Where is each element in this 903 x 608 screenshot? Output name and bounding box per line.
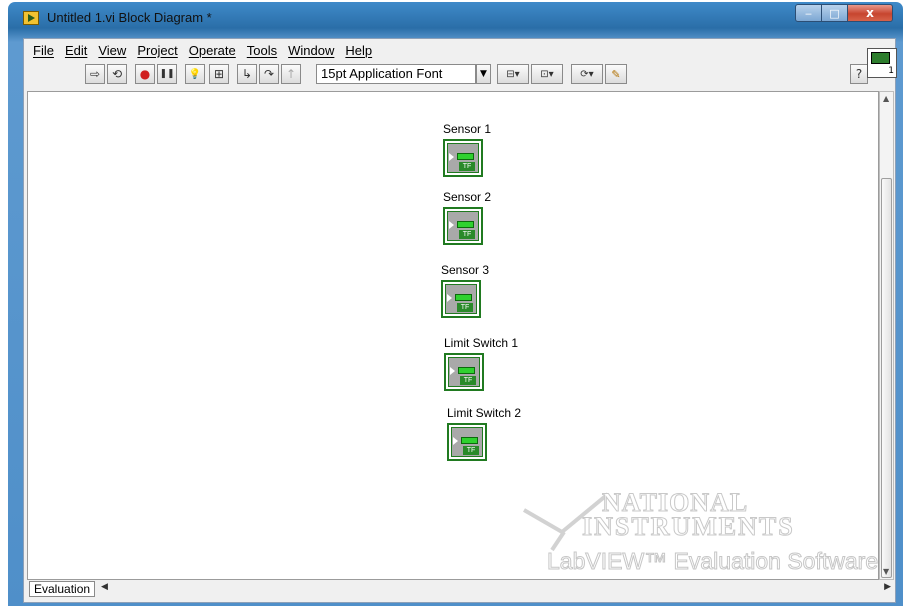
- context-help-button[interactable]: ?: [850, 64, 868, 84]
- watermark-line-instruments: INSTRUMENTS: [582, 512, 795, 542]
- vertical-scroll-thumb[interactable]: [881, 178, 892, 578]
- led-icon: [458, 367, 475, 374]
- menu-operate[interactable]: Operate: [189, 43, 236, 58]
- type-code: TF: [457, 303, 473, 312]
- type-code: TF: [460, 376, 476, 385]
- retain-wire-values-icon: ⊞: [213, 67, 225, 81]
- distribute-objects-button[interactable]: ⊡▾: [531, 64, 563, 84]
- close-button[interactable]: x: [848, 4, 893, 22]
- help-icon: ?: [855, 67, 863, 81]
- chevron-down-icon: ▼: [480, 69, 487, 79]
- retain-wire-values-button[interactable]: ⊞: [209, 64, 229, 84]
- scroll-left-icon[interactable]: ◀: [101, 582, 108, 592]
- menu-help[interactable]: Help: [345, 43, 372, 58]
- step-out-button[interactable]: ↑: [281, 64, 301, 84]
- boolean-terminal-icon: TF: [443, 139, 483, 177]
- minimize-button[interactable]: ‒: [795, 4, 822, 22]
- run-button[interactable]: ⇨: [85, 64, 105, 84]
- scroll-up-icon[interactable]: ▲: [883, 94, 889, 103]
- pause-icon: ❚❚: [159, 69, 175, 79]
- watermark-line-evaluation: LabVIEW™ Evaluation Software: [546, 548, 879, 575]
- abort-button[interactable]: ●: [135, 64, 155, 84]
- input-arrow-icon: [453, 437, 458, 445]
- menu-project[interactable]: Project: [137, 43, 177, 58]
- vi-icon-graphic: [871, 52, 890, 64]
- window-controls: ‒ □ x: [795, 4, 893, 22]
- clean-up-diagram-button[interactable]: ✎: [605, 64, 627, 84]
- terminal-label: Sensor 1: [443, 122, 492, 136]
- step-over-button[interactable]: ↷: [259, 64, 279, 84]
- window-title: Untitled 1.vi Block Diagram *: [47, 10, 212, 25]
- ni-evaluation-watermark: NATIONAL INSTRUMENTS LabVIEW™ Evaluation…: [522, 472, 879, 582]
- maximize-button[interactable]: □: [822, 4, 848, 22]
- led-icon: [461, 437, 478, 444]
- vi-icon-number: 1: [888, 66, 894, 76]
- boolean-terminal-icon: TF: [447, 423, 487, 461]
- input-arrow-icon: [450, 367, 455, 375]
- step-into-icon: ↳: [241, 67, 253, 81]
- toolbar: ⇨ ⟲ ● ❚❚ 💡 ⊞ ↳ ↷ ↑ 15pt Application Font…: [24, 61, 895, 87]
- evaluation-tab[interactable]: Evaluation: [29, 581, 96, 597]
- terminal-label: Limit Switch 1: [444, 336, 519, 350]
- pause-button[interactable]: ❚❚: [157, 64, 177, 84]
- led-icon: [457, 153, 474, 160]
- font-selector[interactable]: 15pt Application Font: [316, 64, 476, 84]
- run-continuously-button[interactable]: ⟲: [107, 64, 127, 84]
- boolean-terminal-icon: TF: [444, 353, 484, 391]
- menu-bar: File Edit View Project Operate Tools Win…: [24, 39, 895, 61]
- led-icon: [455, 294, 472, 301]
- input-arrow-icon: [449, 153, 454, 161]
- terminal-label: Sensor 3: [441, 263, 490, 277]
- align-objects-icon: ⊟▾: [506, 68, 520, 80]
- labview-app-icon[interactable]: [23, 11, 39, 25]
- highlight-execution-icon: 💡: [188, 68, 202, 80]
- vertical-scrollbar[interactable]: ▲ ▼: [879, 91, 894, 580]
- terminal-label: Sensor 2: [443, 190, 492, 204]
- menu-view[interactable]: View: [98, 43, 126, 58]
- run-icon: ⇨: [89, 67, 101, 81]
- reorder-icon: ⟳▾: [580, 68, 594, 80]
- font-selector-arrow[interactable]: ▼: [476, 64, 491, 84]
- clean-up-diagram-icon: ✎: [611, 67, 621, 81]
- reorder-button[interactable]: ⟳▾: [571, 64, 603, 84]
- highlight-execution-button[interactable]: 💡: [185, 64, 205, 84]
- step-into-button[interactable]: ↳: [237, 64, 257, 84]
- menu-file[interactable]: File: [33, 43, 54, 58]
- input-arrow-icon: [447, 294, 452, 302]
- run-continuously-icon: ⟲: [111, 67, 123, 81]
- boolean-terminal-icon: TF: [443, 207, 483, 245]
- menu-tools[interactable]: Tools: [247, 43, 277, 58]
- distribute-objects-icon: ⊡▾: [540, 68, 554, 80]
- title-bar[interactable]: Untitled 1.vi Block Diagram * ‒ □ x: [8, 2, 903, 32]
- step-over-icon: ↷: [263, 67, 275, 81]
- terminal-label: Limit Switch 2: [447, 406, 522, 420]
- scroll-down-icon[interactable]: ▼: [883, 567, 889, 576]
- type-code: TF: [463, 446, 479, 455]
- led-icon: [457, 221, 474, 228]
- step-out-icon: ↑: [285, 67, 297, 81]
- type-code: TF: [459, 162, 475, 171]
- abort-icon: ●: [139, 67, 151, 81]
- align-objects-button[interactable]: ⊟▾: [497, 64, 529, 84]
- vi-icon[interactable]: 1: [867, 48, 897, 78]
- menu-window[interactable]: Window: [288, 43, 334, 58]
- boolean-terminal-icon: TF: [441, 280, 481, 318]
- status-bar: Evaluation ◀ ▶: [27, 580, 894, 598]
- scroll-right-icon[interactable]: ▶: [884, 582, 891, 592]
- menu-edit[interactable]: Edit: [65, 43, 87, 58]
- window: Untitled 1.vi Block Diagram * ‒ □ x File…: [8, 2, 903, 606]
- input-arrow-icon: [449, 221, 454, 229]
- type-code: TF: [459, 230, 475, 239]
